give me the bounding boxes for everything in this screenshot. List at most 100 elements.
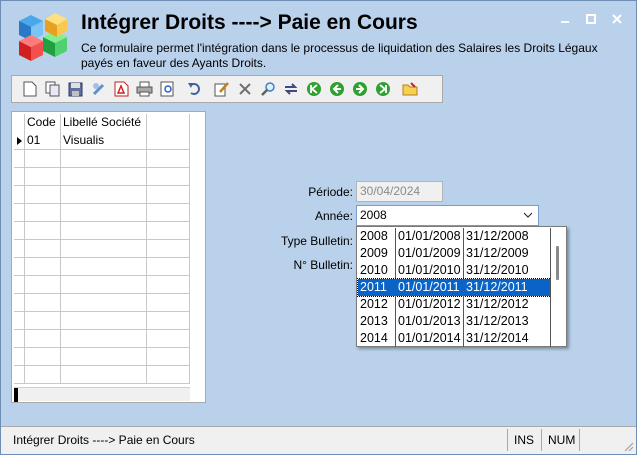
dropdown-scrollbar[interactable] xyxy=(551,228,565,345)
dropdown-option[interactable]: 2011 01/01/2011 31/12/2011 xyxy=(357,278,552,297)
option-start: 01/01/2014 xyxy=(396,330,464,347)
delete-button[interactable] xyxy=(233,78,256,100)
status-bar: Intégrer Droits ----> Paie en Cours INS … xyxy=(1,426,636,454)
status-text: Intégrer Droits ----> Paie en Cours xyxy=(13,433,195,447)
resize-grip-icon[interactable] xyxy=(622,440,634,452)
toolbar xyxy=(11,75,443,103)
option-start: 01/01/2012 xyxy=(396,296,464,313)
edit-button[interactable] xyxy=(210,78,233,100)
column-header-code[interactable]: Code xyxy=(24,114,60,132)
form-header: Intégrer Droits ----> Paie en Cours Ce f… xyxy=(1,1,636,73)
row-indicator-icon xyxy=(14,132,24,150)
num-indicator: NUM xyxy=(541,429,579,451)
table-row-empty[interactable] xyxy=(14,186,190,204)
option-end: 31/12/2010 xyxy=(464,262,551,279)
option-start: 01/01/2009 xyxy=(396,245,464,262)
dropdown-option[interactable]: 2014 01/01/2014 31/12/2014 xyxy=(358,330,551,347)
new-button[interactable] xyxy=(18,78,41,100)
annee-dropdown-list[interactable]: 2008 01/01/2008 31/12/2008 2009 01/01/2009 31… xyxy=(356,226,567,347)
option-end: 31/12/2009 xyxy=(464,245,551,262)
company-grid[interactable]: Code Libellé Société 01 Visualis xyxy=(11,111,206,403)
chevron-down-icon[interactable] xyxy=(521,209,535,222)
pdf-icon xyxy=(114,81,129,97)
table-row-empty[interactable] xyxy=(14,330,190,348)
close-icon xyxy=(612,14,622,24)
new-document-icon xyxy=(23,81,36,97)
table-row-empty[interactable] xyxy=(14,204,190,222)
refresh-button[interactable] xyxy=(279,78,302,100)
column-header-label[interactable]: Libellé Société xyxy=(60,114,146,132)
annee-combobox[interactable]: 2008 xyxy=(356,205,539,226)
option-end: 31/12/2013 xyxy=(464,313,551,330)
previous-record-icon xyxy=(329,82,344,96)
pdf-button[interactable] xyxy=(110,78,133,100)
dropdown-option[interactable]: 2013 01/01/2013 31/12/2013 xyxy=(358,313,551,330)
refresh-icon xyxy=(284,83,297,95)
search-button[interactable] xyxy=(256,78,279,100)
save-icon xyxy=(68,82,83,96)
print-preview-icon xyxy=(160,81,174,97)
cell-label[interactable]: Visualis xyxy=(60,132,146,150)
table-row-empty[interactable] xyxy=(14,222,190,240)
window-title: Intégrer Droits ----> Paie en Cours xyxy=(81,11,418,34)
folder-button[interactable] xyxy=(398,78,421,100)
grid-header-row: Code Libellé Société xyxy=(14,114,190,132)
option-year: 2012 xyxy=(358,296,396,313)
close-button[interactable] xyxy=(604,9,630,29)
print-icon xyxy=(136,81,153,97)
option-start: 01/01/2013 xyxy=(396,313,464,330)
save-button[interactable] xyxy=(64,78,87,100)
minimize-icon xyxy=(561,21,569,23)
table-row-empty[interactable] xyxy=(14,312,190,330)
print-button[interactable] xyxy=(133,78,156,100)
table-row-empty[interactable] xyxy=(14,366,190,384)
annee-value: 2008 xyxy=(360,208,387,222)
first-record-button[interactable] xyxy=(302,78,325,100)
scrollbar-thumb[interactable] xyxy=(556,246,559,280)
copy-document-icon xyxy=(45,81,59,97)
maximize-button[interactable] xyxy=(578,9,604,29)
cell-extra[interactable] xyxy=(146,132,190,150)
cubes-logo-icon xyxy=(19,13,67,61)
ins-indicator: INS xyxy=(507,429,542,451)
status-empty-panel xyxy=(579,429,621,451)
undo-button[interactable] xyxy=(183,78,206,100)
option-start: 01/01/2010 xyxy=(396,262,464,279)
cell-code[interactable]: 01 xyxy=(24,132,60,150)
table-row-empty[interactable] xyxy=(14,276,190,294)
grid-horizontal-scrollbar[interactable] xyxy=(14,387,190,402)
option-start: 01/01/2011 xyxy=(396,279,464,296)
copy-button[interactable] xyxy=(41,78,64,100)
table-row-empty[interactable] xyxy=(14,240,190,258)
table-row-empty[interactable] xyxy=(14,294,190,312)
print-preview-button[interactable] xyxy=(156,78,179,100)
undo-icon xyxy=(187,83,200,95)
option-end: 31/12/2011 xyxy=(464,279,551,296)
option-end: 31/12/2008 xyxy=(464,228,551,245)
delete-icon xyxy=(238,83,251,95)
minimize-button[interactable] xyxy=(552,9,578,29)
column-header-extra[interactable] xyxy=(146,114,190,132)
attach-icon xyxy=(92,83,104,96)
dropdown-option[interactable]: 2009 01/01/2009 31/12/2009 xyxy=(358,245,551,262)
annee-label: Année: xyxy=(314,209,353,223)
table-row-empty[interactable] xyxy=(14,258,190,276)
dropdown-option[interactable]: 2008 01/01/2008 31/12/2008 xyxy=(358,228,551,245)
table-row[interactable]: 01 Visualis xyxy=(14,132,190,150)
first-record-icon xyxy=(306,82,321,96)
table-row-empty[interactable] xyxy=(14,150,190,168)
app-window: Intégrer Droits ----> Paie en Cours Ce f… xyxy=(0,0,637,455)
dropdown-option[interactable]: 2010 01/01/2010 31/12/2010 xyxy=(358,262,551,279)
next-record-button[interactable] xyxy=(348,78,371,100)
dropdown-option[interactable]: 2012 01/01/2012 31/12/2012 xyxy=(358,296,551,313)
previous-record-button[interactable] xyxy=(325,78,348,100)
attach-button[interactable] xyxy=(87,78,110,100)
option-year: 2010 xyxy=(358,262,396,279)
table-row-empty[interactable] xyxy=(14,168,190,186)
table-row-empty[interactable] xyxy=(14,348,190,366)
last-record-button[interactable] xyxy=(371,78,394,100)
scrollbar-thumb[interactable] xyxy=(14,388,18,402)
periode-field: 30/04/2024 xyxy=(356,181,443,202)
option-end: 31/12/2014 xyxy=(464,330,551,347)
form-description: Ce formulaire permet l'intégration dans … xyxy=(81,41,598,70)
